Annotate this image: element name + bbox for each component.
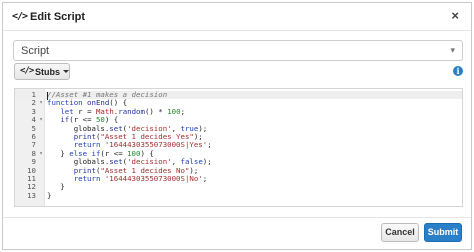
stubs-label: Stubs — [35, 67, 61, 77]
cancel-button[interactable]: Cancel — [381, 223, 419, 242]
code-icon: </> — [20, 66, 34, 76]
code-token: '1644430355073000S|No' — [104, 174, 203, 183]
dialog-header: </> Edit Script × — [3, 3, 471, 31]
dialog-title: Edit Script — [30, 11, 86, 23]
code-editor[interactable]: 1//Asset #1 makes a decision 2 ▾ function o… — [14, 88, 463, 207]
code-token: () * — [144, 106, 168, 116]
close-icon[interactable]: × — [451, 8, 459, 23]
chevron-down-icon: ▾ — [450, 45, 455, 55]
code-token: ); — [202, 157, 212, 167]
submit-button[interactable]: Submit — [424, 223, 462, 242]
script-type-select[interactable]: Script ▾ — [13, 40, 463, 61]
info-icon[interactable]: i — [453, 66, 463, 76]
code-text: } — [47, 190, 52, 200]
code-token: random — [118, 106, 145, 116]
code-text: return '1644430355073000S|No'; — [47, 174, 208, 183]
code-token: ; — [180, 106, 186, 116]
code-line[interactable]: 13} — [15, 190, 462, 200]
dialog-footer: Cancel Submit — [3, 217, 471, 251]
code-line[interactable]: 12 } — [15, 182, 462, 191]
code-token: ; — [202, 174, 208, 183]
fold-toggle-icon[interactable]: ▾ — [38, 116, 44, 124]
edit-script-dialog: </> Edit Script × Script ▾ </> Stubs i 1… — [2, 2, 472, 250]
caret-down-icon — [63, 70, 69, 73]
code-token: ; — [207, 140, 212, 150]
stubs-button[interactable]: </> Stubs — [14, 63, 70, 80]
script-type-value: Script — [21, 45, 50, 57]
code-token: } — [47, 190, 52, 200]
code-token: 100 — [167, 106, 181, 116]
code-token: return — [73, 174, 105, 183]
fold-toggle-icon[interactable]: ▾ — [38, 99, 44, 107]
code-icon: </> — [12, 11, 28, 22]
line-number: 13 — [27, 190, 36, 200]
fold-toggle-icon[interactable]: ▾ — [38, 150, 44, 158]
code-line[interactable]: 11 return '1644430355073000S|No'; — [15, 174, 462, 183]
